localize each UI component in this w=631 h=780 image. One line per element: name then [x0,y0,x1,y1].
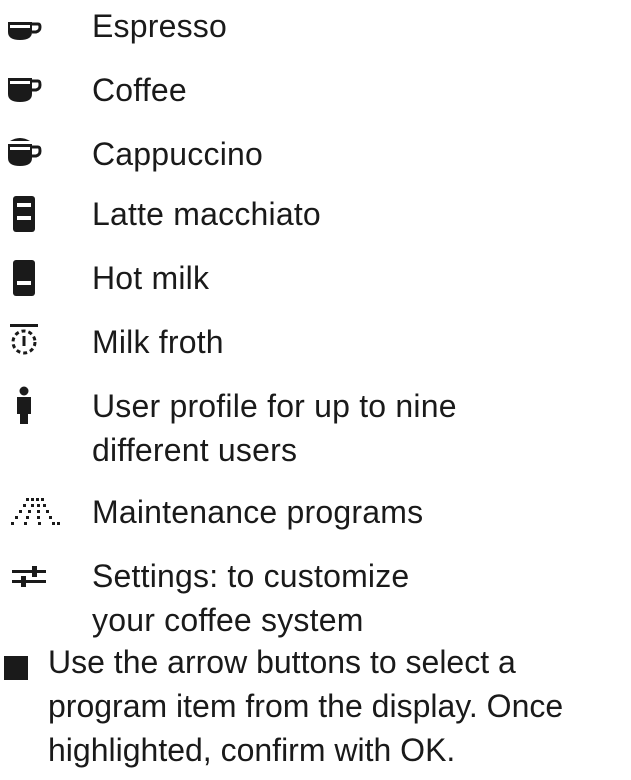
espresso-cup-icon [4,10,44,50]
bullet-square-icon [4,656,28,680]
menu-item-label-line-1: User profile for up to nine [92,388,457,424]
user-profile-icon [4,386,44,426]
instruction-line-1: Use the arrow buttons to select a [48,644,516,680]
menu-item-label: Milk froth [92,324,224,360]
menu-item-label: Hot milk [92,260,210,296]
menu-item-label-line-1: Settings: to customize [92,558,410,594]
coffee-cup-icon [4,70,44,110]
menu-item-label: Latte macchiato [92,196,321,232]
menu-item-label-line-2: your coffee system [92,602,364,638]
cappuccino-cup-icon [4,134,44,174]
settings-sliders-icon [4,558,52,598]
menu-item-label: Coffee [92,72,187,108]
latte-macchiato-glass-icon [4,194,44,234]
menu-item-label-line-2: different users [92,432,298,468]
menu-item-label: Maintenance programs [92,494,424,530]
maintenance-icon [4,494,64,534]
milk-froth-icon [4,320,44,360]
menu-item-label: Espresso [92,8,227,44]
menu-item-label: Cappuccino [92,136,263,172]
instruction-line-2: program item from the display. Once [48,688,564,724]
hot-milk-glass-icon [4,258,44,298]
instruction-line-3: highlighted, confirm with OK. [48,732,456,768]
